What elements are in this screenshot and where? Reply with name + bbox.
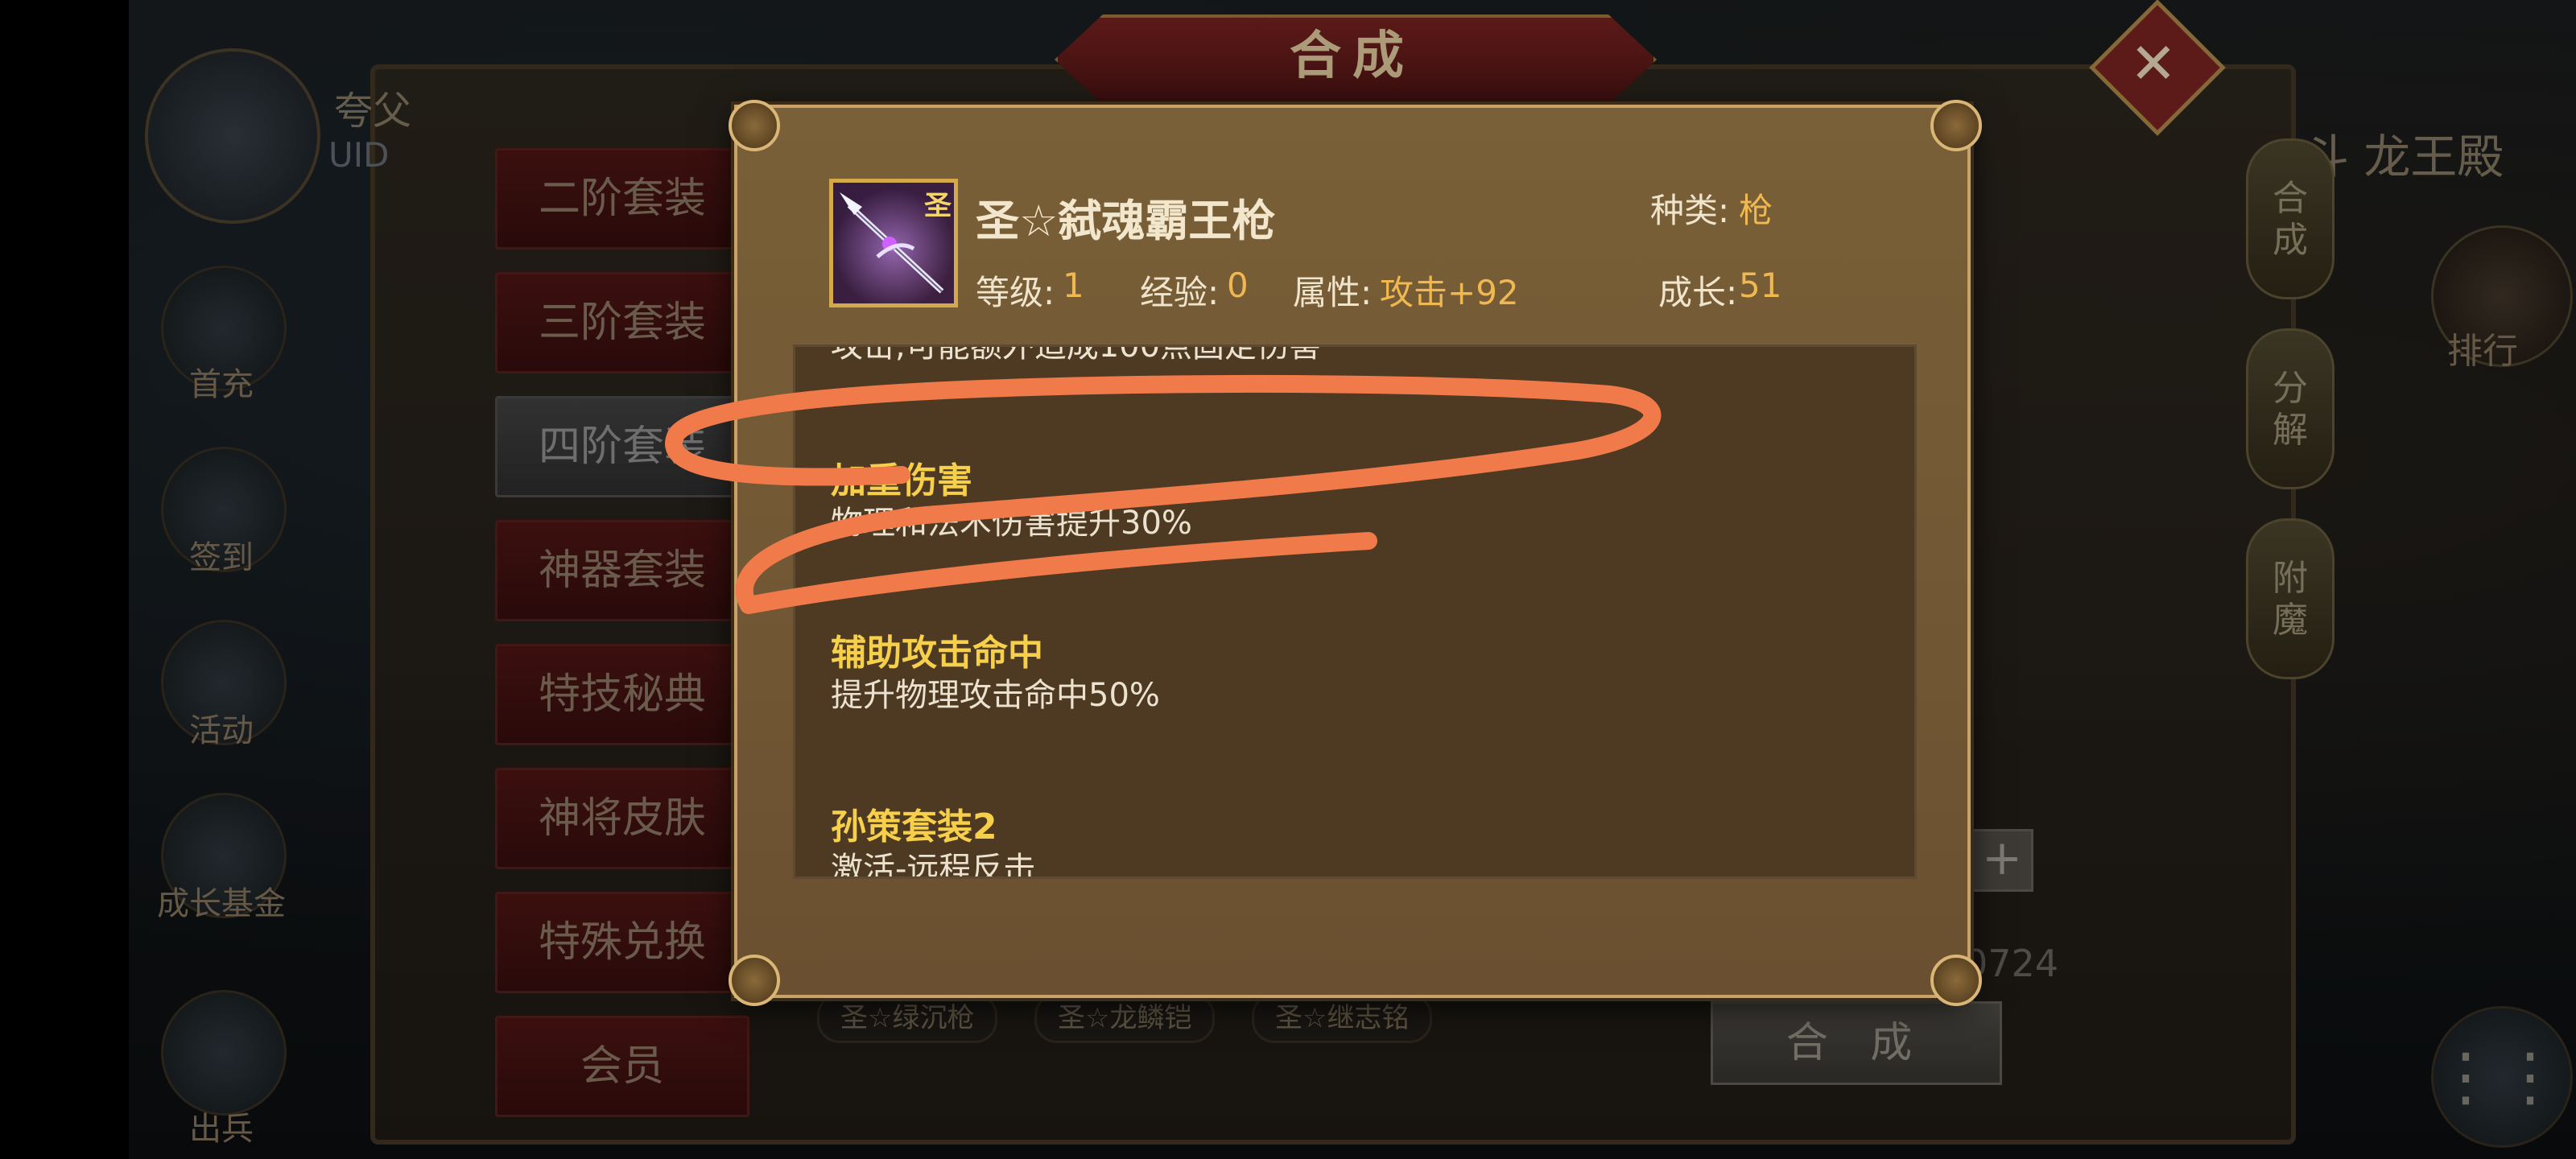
window-title: 合成 <box>1290 27 1415 86</box>
corner-ornament-icon <box>729 100 780 151</box>
growth-label: 成长: <box>1658 273 1738 312</box>
category-tab[interactable]: 特殊兑换 <box>495 892 749 993</box>
left-nav-label: 活动 <box>189 712 254 749</box>
compose-button[interactable]: 合 成 <box>1711 1001 2002 1085</box>
item-chip[interactable]: 圣☆龙鳞铠 <box>1034 993 1216 1043</box>
player-uid-label: UID <box>328 135 390 175</box>
attribute-value: 攻击+92 <box>1380 273 1519 312</box>
item-name: 圣☆弑魂霸王枪 <box>976 196 1276 246</box>
attribute-label: 属性: <box>1293 273 1373 312</box>
item-chip[interactable]: 圣☆绿沉枪 <box>817 993 998 1043</box>
item-chip[interactable]: 圣☆继志铭 <box>1252 993 1433 1043</box>
tab-decompose[interactable]: 分 解 <box>2246 328 2334 489</box>
dispatch-icon[interactable] <box>161 990 287 1116</box>
category-tab[interactable]: 二阶套装 <box>495 148 749 250</box>
player-name: 夸父 <box>334 89 412 134</box>
category-tab[interactable]: 神将皮肤 <box>495 768 749 869</box>
corner-ornament-icon <box>729 955 780 1006</box>
skill-description: 激活-远程反击 <box>831 851 1036 879</box>
skill-description-scroll[interactable]: 攻击,可能额外造成100点固定伤害 加重伤害 物理和法术伤害提升30% 辅助攻击… <box>793 344 1917 879</box>
left-nav-label: 成长基金 <box>157 885 286 922</box>
category-tab[interactable]: 会员 <box>495 1016 749 1117</box>
type-value: 枪 <box>1739 191 1773 230</box>
category-tab[interactable]: 神器套装 <box>495 520 749 621</box>
skill-title: 辅助攻击命中 <box>831 633 1043 674</box>
skill-description: 物理和法术伤害提升30% <box>831 505 1192 542</box>
skill-title: 孙策套装2 <box>831 806 997 848</box>
player-avatar[interactable] <box>145 48 320 224</box>
skill-title: 加重伤害 <box>831 460 972 501</box>
level-value: 1 <box>1063 266 1084 305</box>
menu-icon[interactable]: ⋮⋮⋮ <box>2431 1006 2576 1148</box>
ranking-label: 排行 <box>2447 331 2518 372</box>
category-tab[interactable]: 三阶套装 <box>495 272 749 373</box>
left-nav-label: 签到 <box>189 539 254 576</box>
category-tab[interactable]: 特技秘典 <box>495 644 749 745</box>
plus-button[interactable]: + <box>1971 829 2033 892</box>
close-icon[interactable]: ✕ <box>2109 19 2198 108</box>
level-label: 等级: <box>976 273 1055 312</box>
exp-label: 经验: <box>1140 273 1220 312</box>
corner-ornament-icon <box>1930 100 1982 151</box>
left-nav-label: 首充 <box>189 366 254 403</box>
growth-value: 51 <box>1739 266 1782 305</box>
tab-synthesize[interactable]: 合 成 <box>2246 138 2334 299</box>
type-label: 种类: <box>1650 191 1730 230</box>
rarity-badge: 圣 <box>924 190 952 222</box>
cut-off-description: 攻击,可能额外造成100点固定伤害 <box>831 344 1322 365</box>
corner-ornament-icon <box>1930 955 1982 1006</box>
category-tab-active[interactable]: 四阶套装 <box>495 396 749 497</box>
skill-description: 提升物理攻击命中50% <box>831 677 1160 714</box>
left-nav-label: 出兵 <box>189 1111 254 1148</box>
tab-enchant[interactable]: 附 魔 <box>2246 518 2334 679</box>
exp-value: 0 <box>1227 266 1249 305</box>
